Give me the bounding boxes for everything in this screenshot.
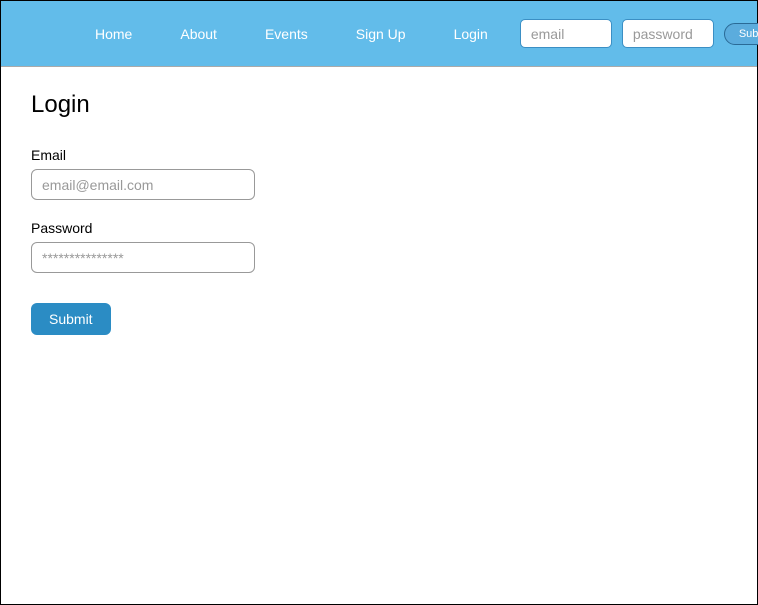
email-input[interactable]: [31, 169, 255, 200]
page-title: Login: [31, 91, 727, 119]
nav-login-form: Submit: [520, 19, 758, 48]
nav-link-events[interactable]: Events: [241, 26, 332, 42]
nav-link-about[interactable]: About: [156, 26, 241, 42]
nav-submit-button[interactable]: Submit: [724, 23, 758, 45]
password-input[interactable]: [31, 242, 255, 273]
main-content: Login Email Password Submit: [1, 67, 757, 359]
navbar: Home About Events Sign Up Login Submit: [1, 1, 757, 67]
form-group-email: Email: [31, 147, 727, 200]
login-form: Email Password Submit: [31, 147, 727, 335]
nav-email-input[interactable]: [520, 19, 612, 48]
nav-links: Home About Events Sign Up Login: [71, 26, 512, 42]
nav-link-login[interactable]: Login: [430, 26, 512, 42]
nav-password-input[interactable]: [622, 19, 714, 48]
form-group-password: Password: [31, 220, 727, 273]
nav-link-home[interactable]: Home: [71, 26, 156, 42]
password-label: Password: [31, 220, 727, 236]
submit-button[interactable]: Submit: [31, 303, 111, 335]
nav-link-signup[interactable]: Sign Up: [332, 26, 430, 42]
email-label: Email: [31, 147, 727, 163]
